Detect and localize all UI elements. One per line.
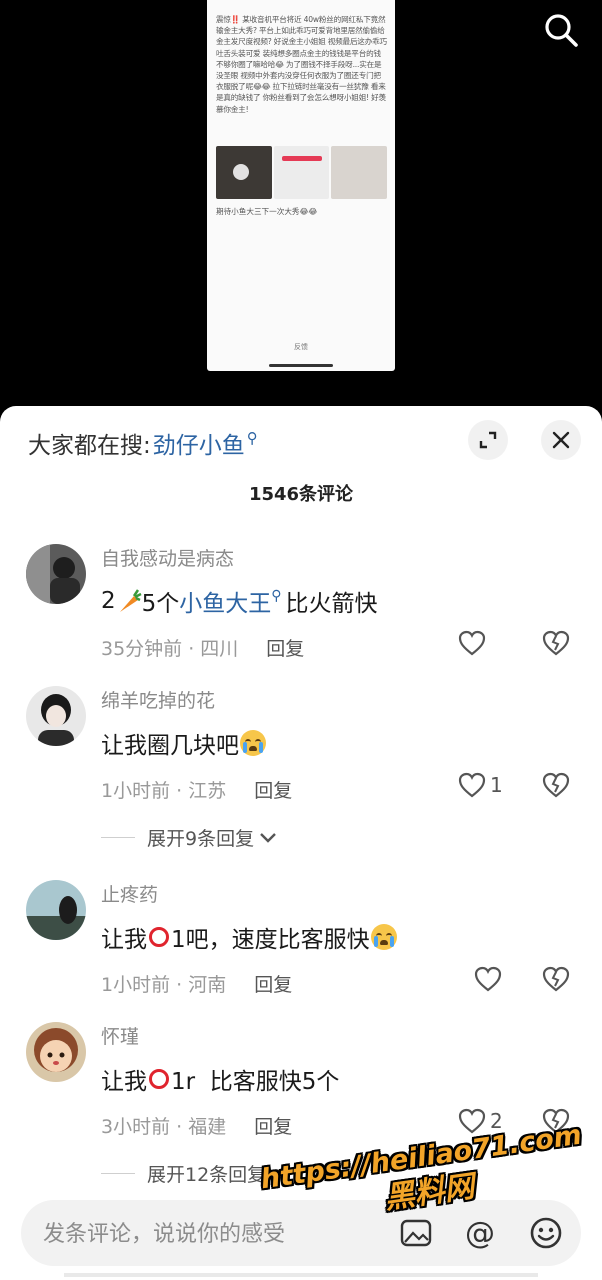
crying-emoji	[240, 730, 266, 756]
emoji-icon	[530, 1217, 562, 1249]
comment-author[interactable]: 自我感动是病态	[101, 544, 234, 571]
broken-heart-icon	[542, 630, 570, 656]
heart-icon	[474, 966, 502, 992]
red-circle-emoji	[149, 1069, 169, 1089]
expand-replies-label: 展开9条回复	[147, 828, 255, 850]
like-button[interactable]: 1	[458, 772, 503, 798]
comment-text: 让我圈几块吧	[101, 726, 267, 760]
reply-button[interactable]: 回复	[254, 970, 292, 997]
close-button[interactable]	[541, 420, 581, 460]
like-button[interactable]	[458, 630, 490, 656]
comment-count: 1546条评论	[248, 484, 354, 505]
broken-heart-icon	[542, 966, 570, 992]
comment-meta: 1小时前 · 河南 回复	[101, 970, 292, 997]
hot-search-keyword[interactable]: 劲仔小鱼	[153, 426, 245, 460]
like-button[interactable]	[474, 966, 506, 992]
dislike-button[interactable]	[542, 772, 570, 802]
reply-button[interactable]: 回复	[254, 776, 292, 803]
heart-icon	[458, 772, 486, 798]
reply-button[interactable]: 回复	[254, 1112, 292, 1139]
image-icon	[400, 1219, 432, 1247]
comment-time-location: 35分钟前 · 四川	[101, 638, 239, 660]
comment-meta: 35分钟前 · 四川 回复	[101, 634, 304, 661]
expand-replies-label: 展开12条回复	[147, 1164, 267, 1186]
search-icon: ⚲	[246, 429, 258, 447]
comment-author[interactable]: 绵羊吃掉的花	[101, 686, 215, 713]
preview-image	[216, 146, 272, 199]
video-area: 震惊‼️ 某收音机平台将近 40w粉丝的网红私下竟然输金主大秀? 平台上如此乖巧…	[0, 0, 602, 410]
reply-button[interactable]: 回复	[266, 634, 304, 661]
comment-text: 让我 1r 比客服快5个	[101, 1069, 340, 1095]
comment-time-location: 3小时前 · 福建	[101, 1116, 227, 1138]
at-icon: @	[465, 1215, 495, 1251]
hot-search-prefix: 大家都在搜:	[28, 433, 151, 459]
avatar[interactable]	[26, 686, 86, 746]
avatar[interactable]	[26, 1022, 86, 1082]
search-icon: ⚲	[271, 588, 282, 604]
comment-time-location: 1小时前 · 江苏	[101, 780, 227, 802]
heart-icon	[458, 1108, 486, 1134]
comment-text: 2 5个 小鱼大王 ⚲ 比火箭快	[101, 584, 378, 618]
image-button[interactable]	[397, 1214, 435, 1252]
comment-author[interactable]: 怀瑾	[101, 1022, 139, 1049]
hot-search[interactable]: 大家都在搜: 劲仔小鱼 ⚲	[28, 426, 258, 460]
preview-images	[216, 146, 388, 199]
chevron-down-icon	[260, 832, 276, 843]
red-circle-emoji	[149, 927, 169, 947]
dislike-button[interactable]	[542, 630, 570, 660]
divider	[101, 837, 135, 838]
keyword-link[interactable]: 小鱼大王	[179, 584, 271, 618]
expand-icon	[479, 431, 497, 449]
preview-footer: 期待小鱼大三下一次大秀😂😂	[216, 207, 318, 216]
close-icon	[552, 431, 570, 449]
avatar[interactable]	[26, 544, 86, 604]
divider	[101, 1173, 135, 1174]
home-indicator	[269, 364, 333, 367]
heart-icon	[458, 630, 486, 656]
expand-replies[interactable]: 展开9条回复	[101, 824, 278, 851]
carrot-emoji	[119, 589, 142, 612]
dislike-button[interactable]	[542, 966, 570, 996]
search-icon	[545, 14, 578, 47]
crying-emoji	[370, 924, 397, 950]
video-preview[interactable]: 震惊‼️ 某收音机平台将近 40w粉丝的网红私下竟然输金主大秀? 平台上如此乖巧…	[207, 0, 395, 371]
preview-image	[331, 146, 388, 199]
preview-image	[273, 146, 330, 199]
broken-heart-icon	[542, 772, 570, 798]
emoji-button[interactable]	[527, 1214, 565, 1252]
comment-text: 让我 1吧，速度比客服快	[101, 920, 398, 954]
comment-author[interactable]: 止疼药	[101, 880, 158, 907]
preview-feedback: 反馈	[294, 343, 308, 351]
play-icon	[233, 164, 249, 180]
expand-button[interactable]	[468, 420, 508, 460]
like-count: 1	[490, 773, 503, 797]
comment-time-location: 1小时前 · 河南	[101, 974, 227, 996]
search-button[interactable]	[538, 10, 584, 50]
avatar[interactable]	[26, 880, 86, 940]
mention-button[interactable]: @	[461, 1214, 499, 1252]
comment-meta: 3小时前 · 福建 回复	[101, 1112, 292, 1139]
preview-text: 震惊‼️ 某收音机平台将近 40w粉丝的网红私下竟然输金主大秀? 平台上如此乖巧…	[216, 15, 387, 114]
comment-meta: 1小时前 · 江苏 回复	[101, 776, 292, 803]
bottom-strip	[64, 1273, 538, 1277]
